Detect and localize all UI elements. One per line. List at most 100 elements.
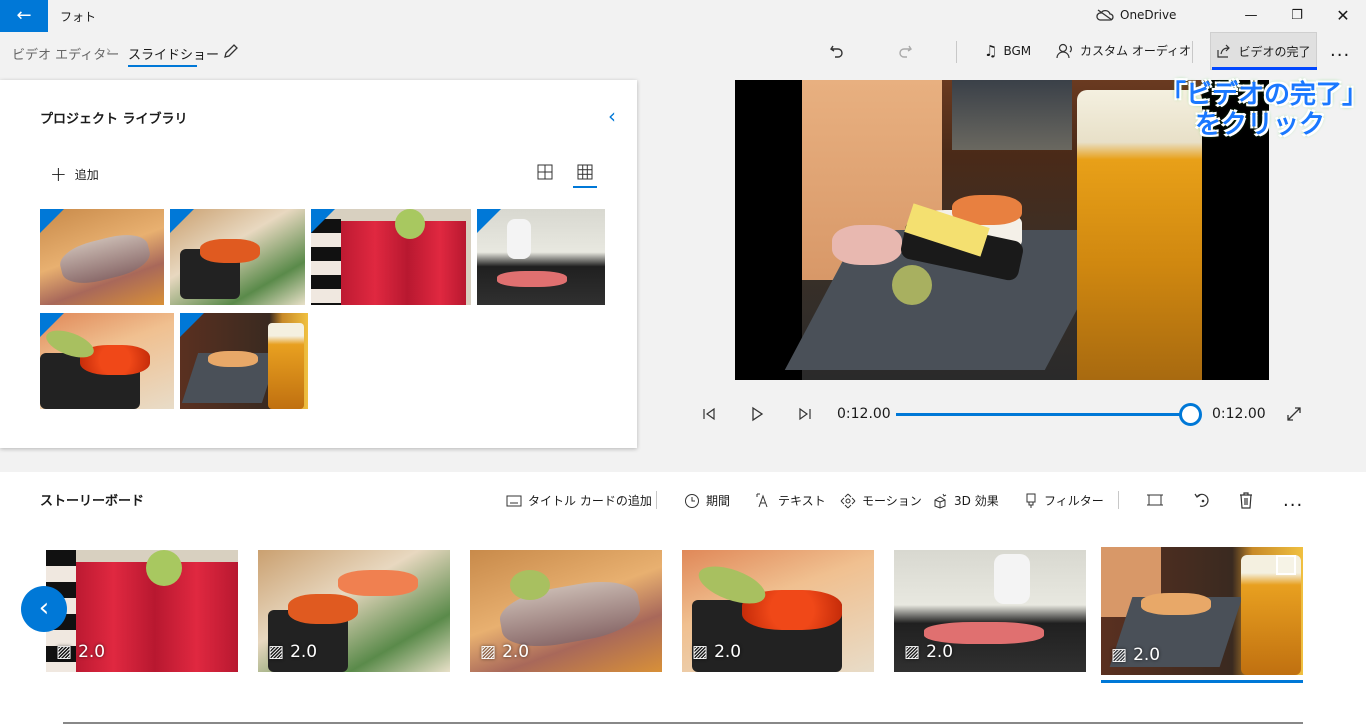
library-thumbnail[interactable] xyxy=(477,209,605,305)
3d-effects-button[interactable]: 3D 効果 xyxy=(932,492,999,509)
image-icon: ▨ xyxy=(692,642,709,662)
title-card-icon xyxy=(506,495,522,506)
text-button[interactable]: テキスト xyxy=(756,492,826,509)
close-button[interactable]: ✕ xyxy=(1320,0,1366,32)
storyboard-card-selected[interactable]: ▨ 2.0 xyxy=(1101,547,1303,675)
used-marker xyxy=(311,209,335,233)
finish-video-label: ビデオの完了 xyxy=(1238,44,1311,59)
select-checkbox[interactable] xyxy=(1276,555,1296,575)
separator xyxy=(956,41,957,63)
custom-audio-button[interactable]: カスタム オーディオ xyxy=(1056,42,1191,59)
used-marker xyxy=(170,209,194,233)
used-marker xyxy=(40,209,64,233)
3d-effects-label: 3D 効果 xyxy=(954,494,999,508)
storyboard-card[interactable]: ▨ 2.0 xyxy=(682,550,874,672)
image-icon: ▨ xyxy=(480,642,497,662)
title-bar: ← フォト OneDrive — ❐ ✕ xyxy=(0,0,1366,32)
end-time: 0:12.00 xyxy=(1212,406,1266,422)
storyboard-scrollbar[interactable] xyxy=(63,722,1303,724)
card-duration-value: 2.0 xyxy=(78,642,106,662)
maximize-button[interactable]: ❐ xyxy=(1274,0,1320,32)
card-duration: ▨ 2.0 xyxy=(268,642,317,662)
duration-label: 期間 xyxy=(706,494,731,508)
add-label: 追加 xyxy=(74,167,99,182)
share-export-icon xyxy=(1217,44,1231,58)
card-duration: ▨ 2.0 xyxy=(692,642,741,662)
breadcrumb-current: スライドショー xyxy=(128,48,220,63)
library-thumbnail[interactable] xyxy=(40,313,174,409)
storyboard-scroll-left-button[interactable]: ‹ xyxy=(21,586,67,632)
image-icon: ▨ xyxy=(1111,645,1128,665)
selected-card-underline xyxy=(1101,680,1303,683)
3d-effects-icon xyxy=(934,493,947,509)
finish-highlight-underline xyxy=(1212,67,1317,70)
duration-button[interactable]: 期間 xyxy=(684,492,730,509)
back-button[interactable]: ← xyxy=(0,0,48,32)
delete-trash-icon[interactable] xyxy=(1238,491,1254,509)
storyboard-card[interactable]: ▨ 2.0 xyxy=(470,550,662,672)
bgm-label: BGM xyxy=(1003,44,1032,58)
large-grid-view-icon[interactable] xyxy=(537,164,553,180)
music-note-icon: ♫ xyxy=(984,42,998,60)
storyboard-card[interactable]: ▨ 2.0 xyxy=(258,550,450,672)
storyboard-more-button[interactable]: ... xyxy=(1283,490,1303,511)
add-title-card-button[interactable]: タイトル カードの追加 xyxy=(506,492,652,509)
custom-audio-label: カスタム オーディオ xyxy=(1080,44,1191,58)
fullscreen-expand-icon[interactable] xyxy=(1286,406,1302,422)
project-library-panel: プロジェクト ライブラリ ‹ + 追加 xyxy=(0,80,637,448)
card-duration-value: 2.0 xyxy=(926,642,954,662)
view-selected-underline xyxy=(573,186,597,188)
separator xyxy=(656,491,657,509)
annotation-line-2: をクリック xyxy=(1194,110,1325,140)
seek-thumb[interactable] xyxy=(1179,403,1202,426)
back-arrow-icon: ← xyxy=(16,5,32,26)
small-grid-view-icon[interactable] xyxy=(577,164,593,180)
breadcrumb-parent[interactable]: ビデオ エディター xyxy=(12,44,119,63)
card-duration: ▨ 2.0 xyxy=(1111,645,1160,665)
used-marker xyxy=(40,313,64,337)
play-icon[interactable] xyxy=(750,406,764,422)
storyboard-card[interactable]: ▨ 2.0 xyxy=(894,550,1086,672)
image-icon: ▨ xyxy=(56,642,73,662)
storyboard-panel: ストーリーボード タイトル カードの追加 期間 テキスト モーション 3D 効果… xyxy=(0,472,1366,728)
title-card-label: タイトル カードの追加 xyxy=(528,494,652,508)
finish-video-button[interactable]: ビデオの完了 xyxy=(1210,32,1317,70)
clock-icon xyxy=(685,493,699,508)
plus-icon: + xyxy=(50,162,67,186)
motion-button[interactable]: モーション xyxy=(840,492,922,509)
chevron-left-icon: ‹ xyxy=(38,593,50,623)
filter-button[interactable]: フィルター xyxy=(1024,492,1104,509)
current-time: 0:12.00 xyxy=(837,406,891,422)
motion-icon xyxy=(840,493,856,508)
crop-resize-icon[interactable] xyxy=(1146,492,1164,508)
library-thumbnail[interactable] xyxy=(180,313,308,409)
card-duration-value: 2.0 xyxy=(714,642,742,662)
edit-pencil-icon[interactable] xyxy=(222,42,240,60)
previous-frame-icon[interactable] xyxy=(701,407,717,421)
rotate-icon[interactable] xyxy=(1193,491,1211,509)
redo-icon[interactable] xyxy=(896,42,914,60)
onedrive-label: OneDrive xyxy=(1120,8,1177,22)
person-audio-icon xyxy=(1056,43,1072,58)
library-thumbnail[interactable] xyxy=(311,209,471,305)
annotation-line-1: 「ビデオの完了」 xyxy=(1160,80,1366,110)
next-frame-icon[interactable] xyxy=(797,407,813,421)
seek-track[interactable] xyxy=(896,413,1190,416)
storyboard-card[interactable]: ▨ 2.0 xyxy=(46,550,238,672)
filter-brush-icon xyxy=(1026,493,1036,508)
filter-label: フィルター xyxy=(1044,494,1104,508)
library-thumbnail[interactable] xyxy=(170,209,305,305)
used-marker xyxy=(477,209,501,233)
more-button[interactable]: ... xyxy=(1330,40,1350,61)
image-icon: ▨ xyxy=(904,642,921,662)
onedrive-status[interactable]: OneDrive xyxy=(1096,8,1176,22)
collapse-chevron-icon[interactable]: ‹ xyxy=(608,104,616,128)
minimize-button[interactable]: — xyxy=(1228,0,1274,32)
library-thumbnail[interactable] xyxy=(40,209,164,305)
card-duration-value: 2.0 xyxy=(1133,645,1161,665)
bgm-button[interactable]: ♫ BGM xyxy=(984,42,1031,60)
separator xyxy=(1118,491,1119,509)
undo-icon[interactable] xyxy=(828,42,846,60)
card-duration: ▨ 2.0 xyxy=(56,642,105,662)
add-media-button[interactable]: + 追加 xyxy=(50,162,99,186)
